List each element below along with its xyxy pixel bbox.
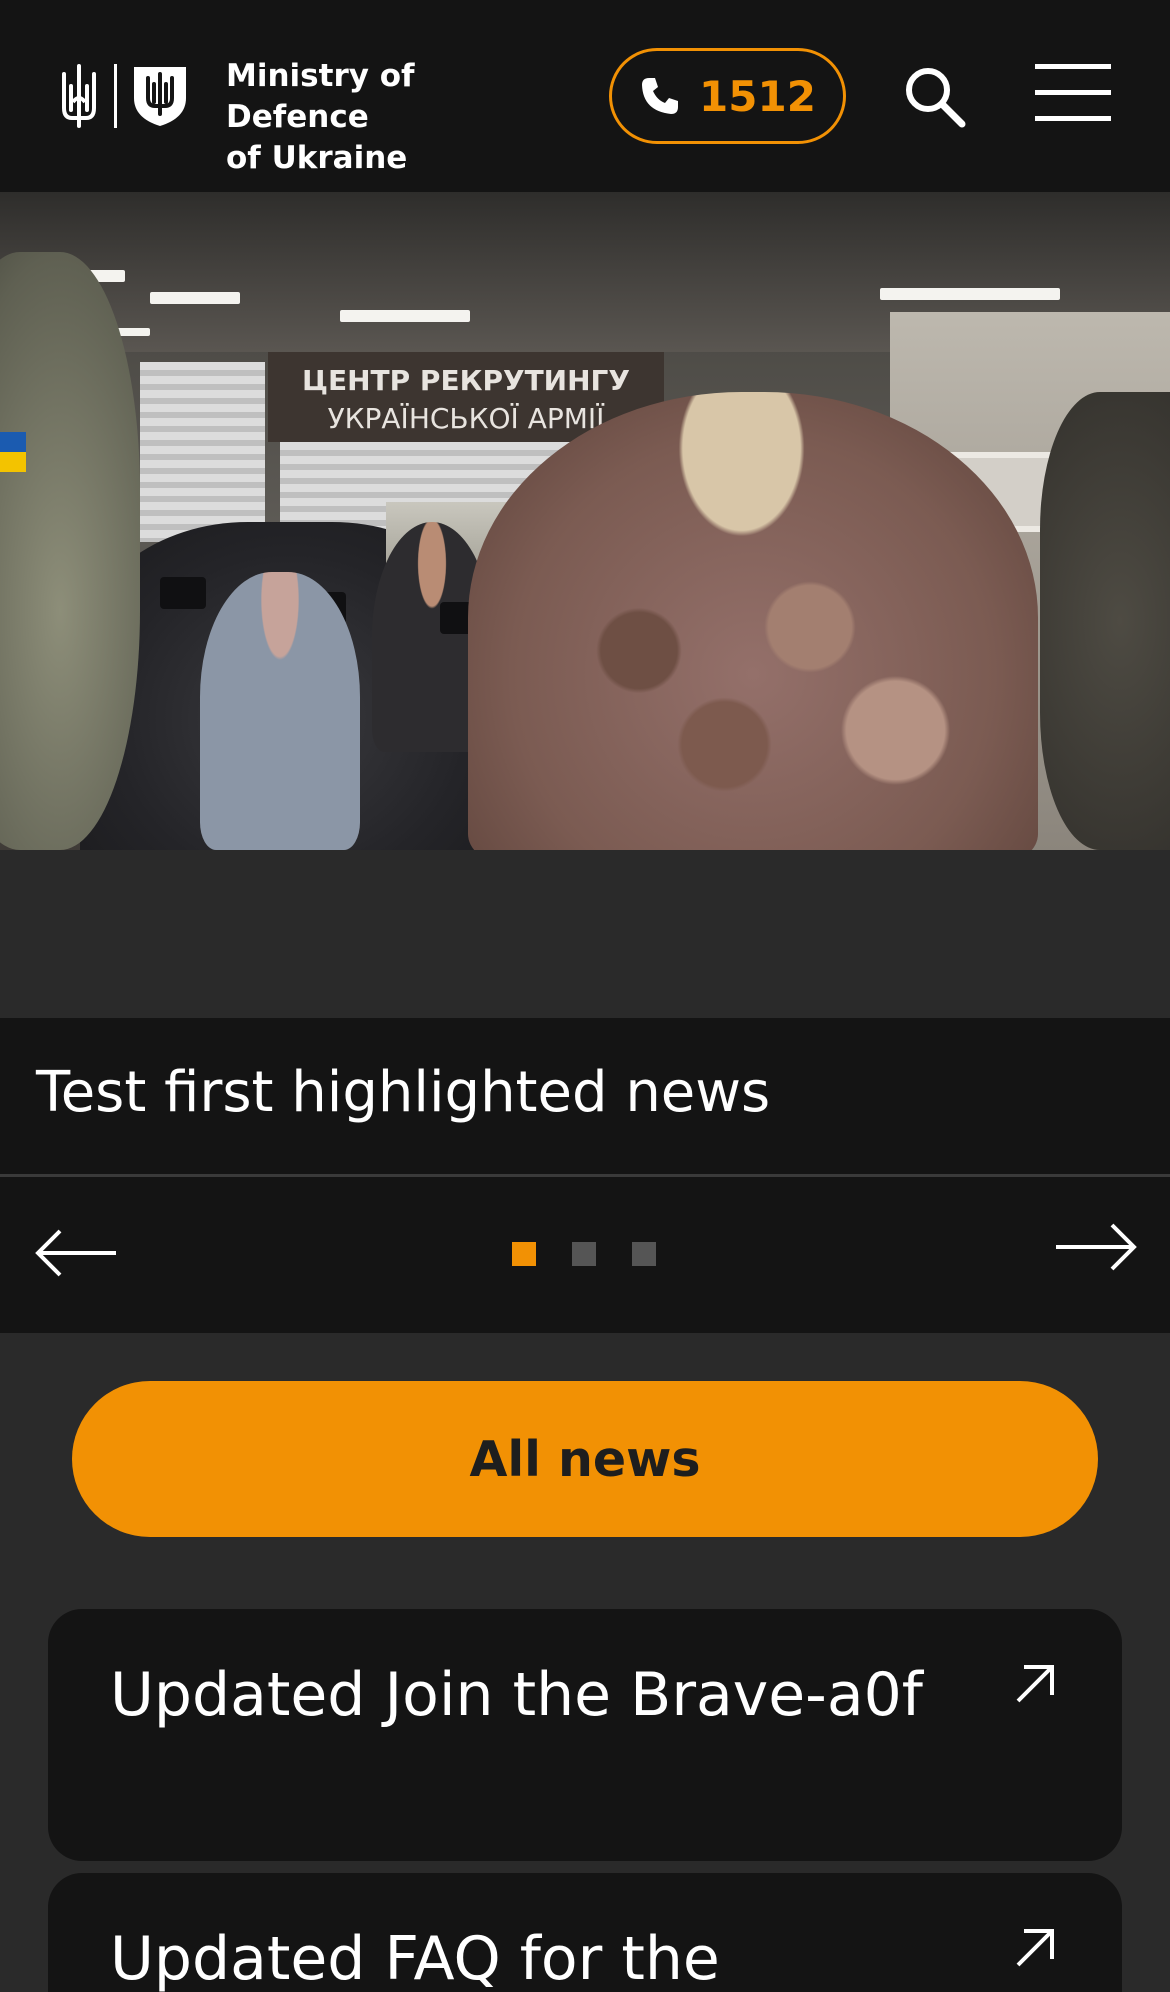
logo[interactable] <box>58 62 189 130</box>
slide-title[interactable]: Test first highlighted news <box>36 1060 770 1125</box>
prev-slide-button[interactable] <box>34 1223 120 1283</box>
photo-window <box>140 362 265 542</box>
external-link-icon <box>1016 1665 1054 1703</box>
hotline-button[interactable]: 1512 <box>609 48 846 144</box>
menu-bar <box>1035 116 1111 121</box>
brand-line1: Ministry of Defence <box>226 58 415 135</box>
search-button[interactable] <box>900 62 970 132</box>
hero-spacer <box>0 850 1170 1018</box>
arrow-right-icon <box>1056 1223 1137 1271</box>
news-card-title: Updated Join the Brave-a0f <box>110 1660 923 1730</box>
external-link-icon <box>1016 1929 1054 1967</box>
hero-photo: ЦЕНТР РЕКРУТИНГУ УКРАЇНСЬКОЇ АРМІЇ <box>0 192 1170 850</box>
slide-dots <box>512 1242 656 1266</box>
photo-camera <box>160 577 206 609</box>
menu-bar <box>1035 90 1111 95</box>
brand-line2: of Ukraine <box>226 140 408 176</box>
slide-caption[interactable]: Test first highlighted news <box>0 1018 1170 1174</box>
all-news-button[interactable]: All news <box>72 1381 1098 1537</box>
shield-icon <box>134 67 186 126</box>
photo-person <box>1040 392 1170 850</box>
news-card[interactable]: Updated FAQ for the <box>48 1873 1122 1992</box>
next-slide-button[interactable] <box>1052 1217 1138 1277</box>
brand-name[interactable]: Ministry of Defence of Ukraine <box>226 56 566 179</box>
slide-dot-3[interactable] <box>632 1242 656 1266</box>
slider-navigation <box>0 1177 1170 1333</box>
search-icon <box>906 68 966 128</box>
photo-person <box>0 252 140 850</box>
news-card-title: Updated FAQ for the <box>110 1924 720 1992</box>
slide-dot-2[interactable] <box>572 1242 596 1266</box>
trident-icon <box>62 64 96 128</box>
arrow-left-icon <box>35 1229 116 1277</box>
menu-button[interactable] <box>1035 64 1111 126</box>
flag-patch <box>0 432 26 472</box>
photo-person <box>200 572 360 850</box>
news-card[interactable]: Updated Join the Brave-a0f <box>48 1609 1122 1861</box>
hotline-number: 1512 <box>699 71 816 121</box>
photo-person <box>468 392 1038 850</box>
phone-icon <box>642 78 679 114</box>
menu-bar <box>1035 64 1111 69</box>
logo-divider <box>114 64 117 128</box>
slide-dot-1[interactable] <box>512 1242 536 1266</box>
header: Ministry of Defence of Ukraine 1512 <box>0 0 1170 192</box>
